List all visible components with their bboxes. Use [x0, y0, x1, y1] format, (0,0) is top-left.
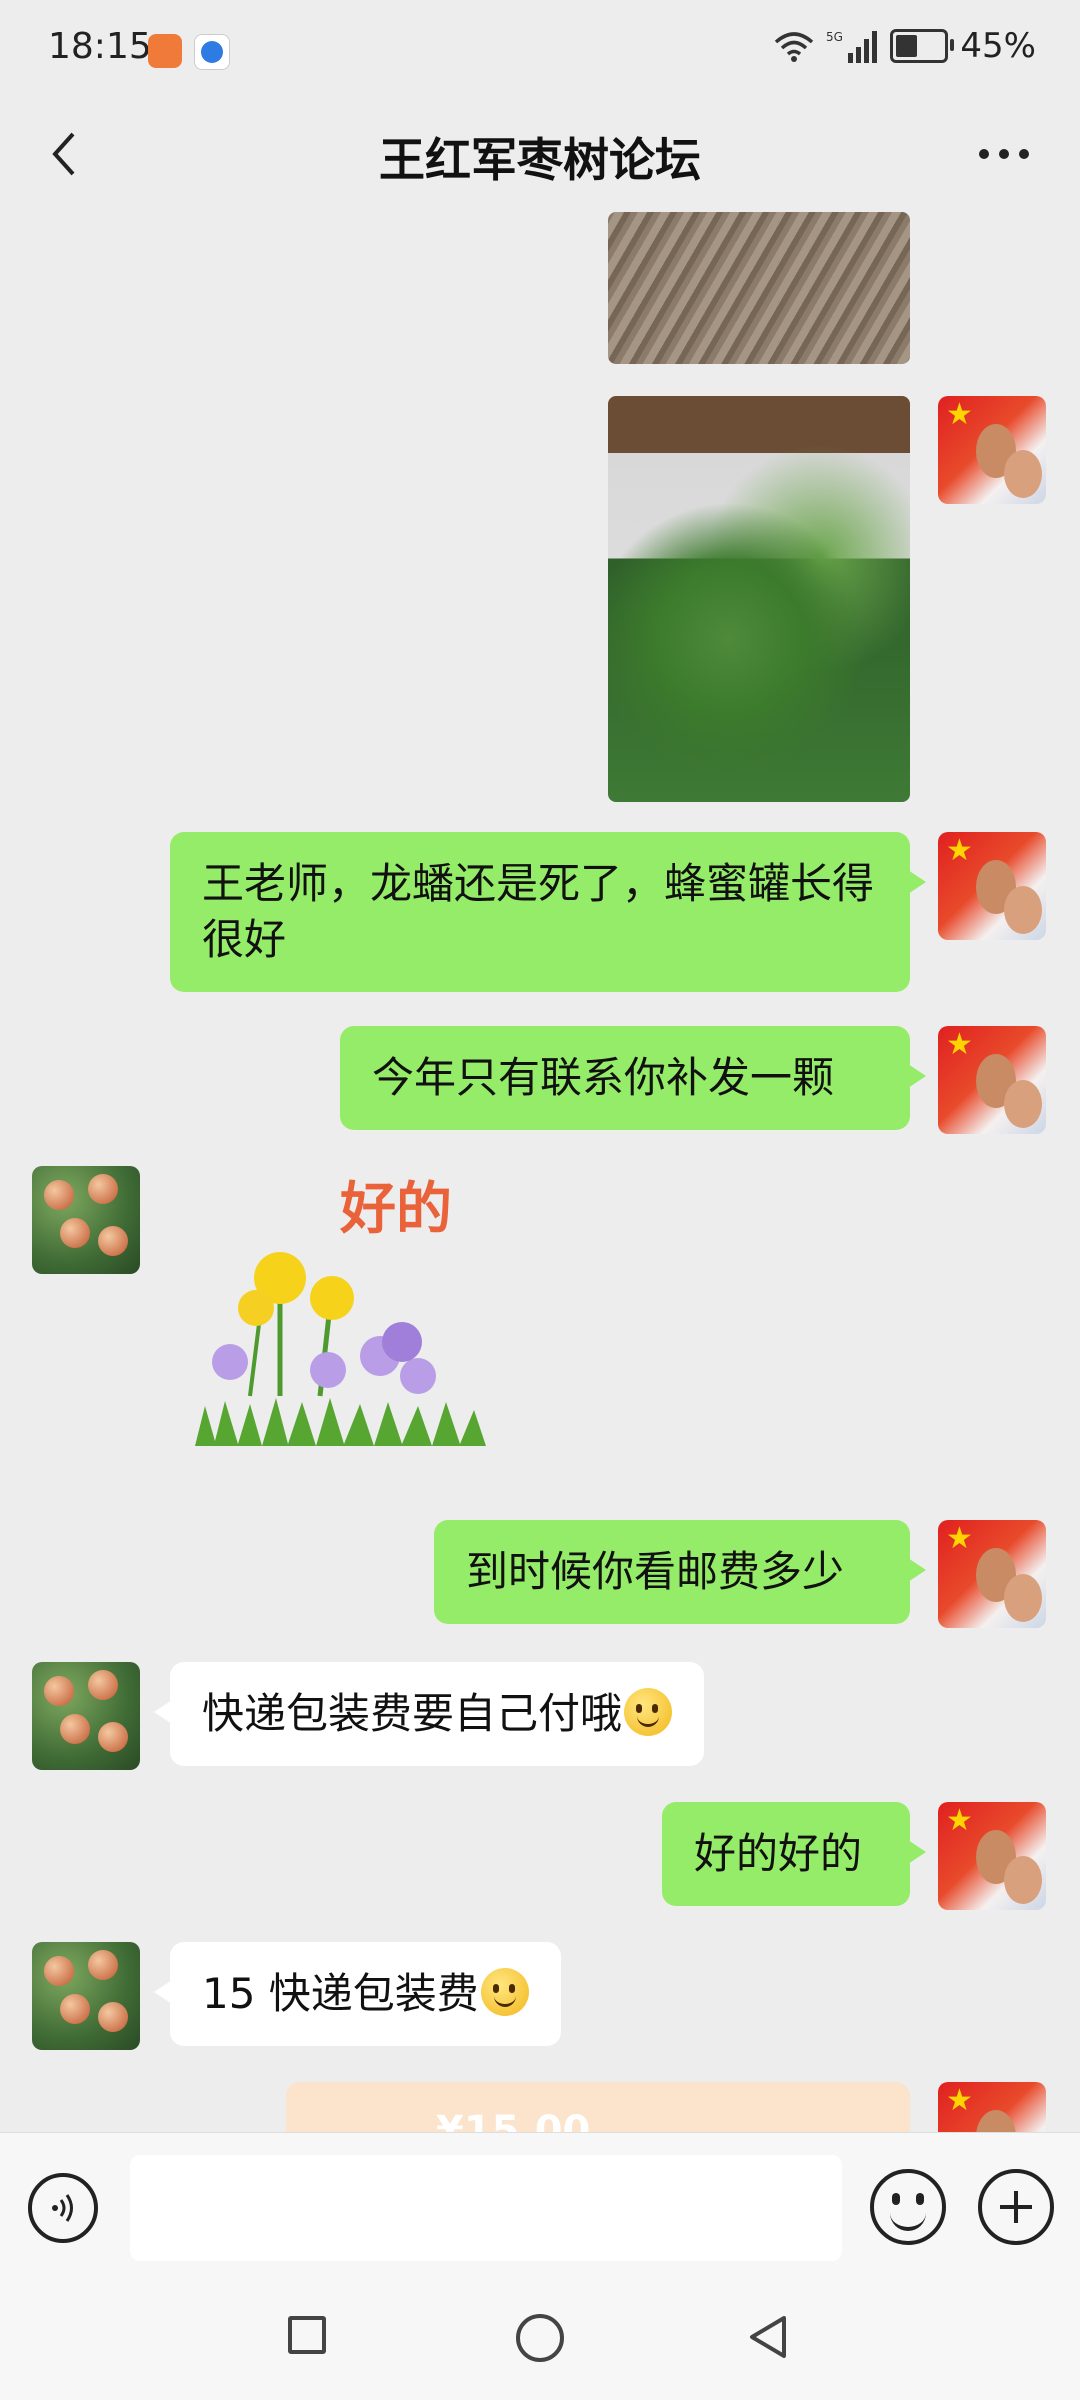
status-bar: 18:15 5G 45%	[0, 0, 1080, 96]
message-bubble-received[interactable]: 15 快递包装费	[154, 1942, 561, 2046]
battery-percent: 45%	[960, 26, 1036, 66]
chat-header: 王红军枣树论坛	[0, 96, 1080, 212]
status-right: 5G 45%	[774, 26, 1036, 66]
my-avatar[interactable]: ★	[938, 1026, 1046, 1134]
notification-app-icon	[148, 34, 182, 68]
battery-icon	[890, 29, 955, 63]
message-list[interactable]: ★ 王老师，龙蟠还是死了，蜂蜜罐长得很好 ★ 今年只有联系你补发一颗 ★ 好的 …	[0, 212, 1080, 2132]
message-bubble-sent[interactable]: 到时候你看邮费多少	[434, 1520, 926, 1624]
contact-avatar[interactable]	[32, 1942, 140, 2050]
more-options-button[interactable]	[964, 126, 1044, 182]
message-text: 15 快递包装费	[202, 1969, 479, 2018]
message-bubble-sent[interactable]: 王老师，龙蟠还是死了，蜂蜜罐长得很好	[170, 832, 926, 992]
transfer-message[interactable]: ¥15.00	[286, 2082, 910, 2132]
image-message[interactable]	[608, 396, 910, 802]
message-bubble-sent[interactable]: 好的好的	[662, 1802, 926, 1906]
voice-input-button[interactable]	[28, 2173, 98, 2243]
my-avatar[interactable]: ★	[938, 832, 1046, 940]
chat-title: 王红军枣树论坛	[379, 133, 701, 187]
message-bubble-sent[interactable]: 今年只有联系你补发一颗	[340, 1026, 926, 1130]
my-avatar[interactable]: ★	[938, 2082, 1046, 2132]
more-actions-button[interactable]	[978, 2169, 1054, 2245]
sticker-caption: 好的	[339, 1177, 452, 1242]
smile-emoji-icon	[624, 1688, 673, 1736]
my-avatar[interactable]: ★	[938, 396, 1046, 504]
wifi-icon	[775, 32, 814, 62]
browser-app-icon	[194, 34, 230, 70]
input-bar	[0, 2132, 1080, 2283]
message-text: 快递包装费要自己付哦	[202, 1689, 623, 1738]
my-avatar[interactable]: ★	[938, 1520, 1046, 1628]
contact-avatar[interactable]	[32, 1166, 140, 1274]
flower-sticker[interactable]: 好的	[190, 1166, 490, 1456]
transfer-amount: ¥15.00	[436, 2108, 591, 2132]
emoji-button[interactable]	[870, 2169, 946, 2245]
message-bubble-received[interactable]: 快递包装费要自己付哦	[153, 1662, 705, 1766]
network-type-label: 5G	[826, 30, 843, 44]
system-nav-bar	[0, 2282, 1080, 2400]
more-dots-icon	[979, 149, 1029, 159]
contact-avatar[interactable]	[32, 1662, 140, 1770]
smile-emoji-icon	[480, 1968, 529, 2016]
image-message[interactable]	[608, 212, 910, 364]
my-avatar[interactable]: ★	[938, 1802, 1046, 1910]
voice-icon	[52, 2194, 73, 2222]
status-time: 18:15	[48, 26, 152, 67]
recent-apps-button[interactable]	[288, 2316, 326, 2354]
message-input[interactable]	[130, 2155, 842, 2261]
cellular-signal-icon: 5G	[826, 30, 878, 63]
home-button[interactable]	[516, 2314, 564, 2362]
back-nav-button[interactable]	[744, 2312, 794, 2362]
